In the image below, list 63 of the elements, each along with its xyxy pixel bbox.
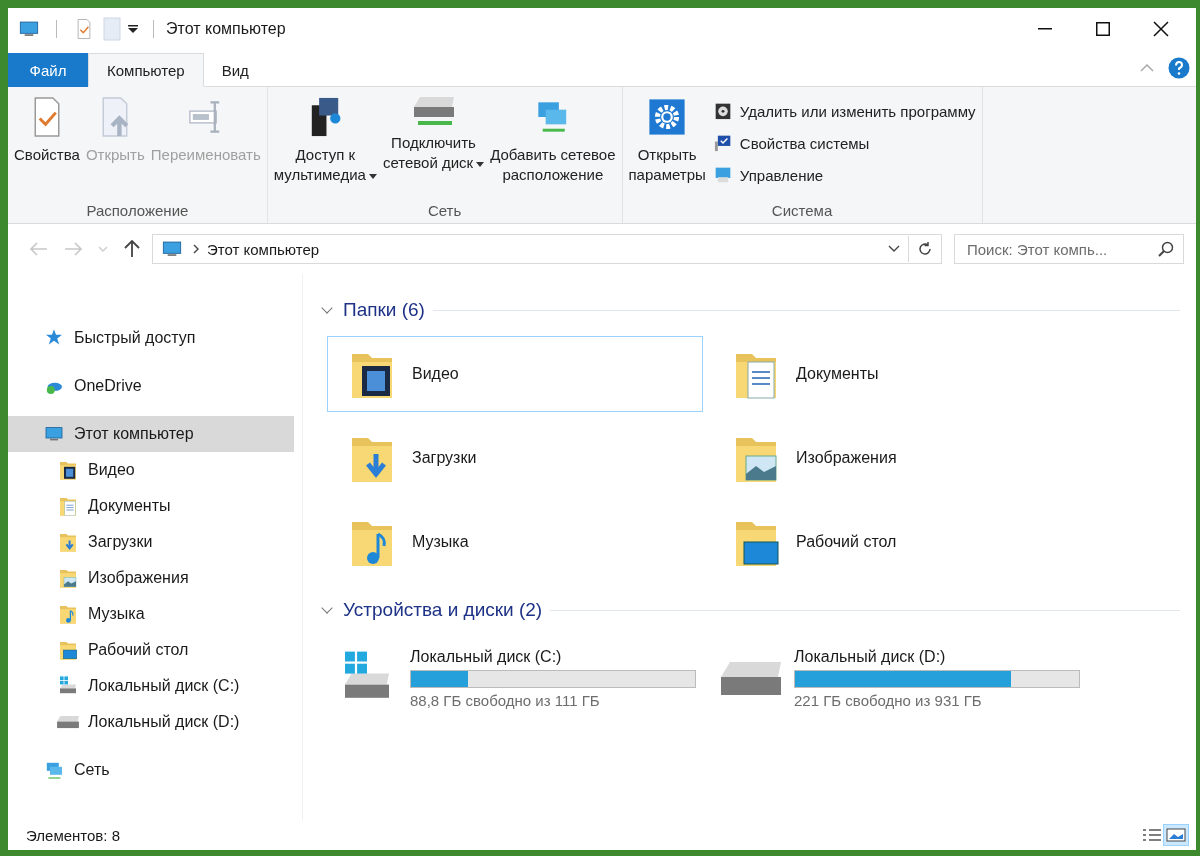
ribbon-small-button[interactable]: Управление: [709, 161, 978, 189]
group-header[interactable]: Устройства и диски (2): [343, 599, 543, 621]
arrow-left-icon: [30, 242, 48, 256]
drive-tile[interactable]: Локальный диск (D:) 221 ГБ свободно из 931 ГБ: [711, 636, 1087, 720]
ribbon-tab[interactable]: Компьютер: [88, 53, 204, 87]
arrow-right-icon: [64, 242, 82, 256]
nav-item[interactable]: OneDrive: [8, 368, 294, 404]
ribbon-button[interactable]: Подключить сетевой диск: [380, 91, 487, 196]
nav-item[interactable]: Локальный диск (D:): [8, 704, 294, 740]
dropdown-arrow-icon[interactable]: [127, 24, 139, 34]
nav-item[interactable]: Изображения: [8, 560, 294, 596]
nav-item[interactable]: Документы: [8, 488, 294, 524]
picture-icon: [1166, 827, 1186, 843]
ribbon-tab[interactable]: Вид: [203, 53, 267, 87]
folder-tile[interactable]: Рабочий стол: [711, 504, 1087, 580]
help-icon[interactable]: [1168, 57, 1190, 79]
ribbon-small-button[interactable]: Удалить или изменить программу: [709, 97, 978, 125]
ribbon-button[interactable]: Открыть параметры: [626, 91, 708, 196]
nav-item[interactable]: Загрузки: [8, 524, 294, 560]
ribbon-button[interactable]: Свойства: [12, 91, 82, 196]
nav-item[interactable]: Рабочий стол: [8, 632, 294, 668]
address-field[interactable]: Этот компьютер: [152, 234, 942, 264]
ribbon-button[interactable]: Добавить сетевое расположение: [488, 91, 618, 196]
file-menu-tab[interactable]: Файл: [8, 53, 88, 87]
refresh-icon: [917, 241, 933, 257]
nav-item[interactable]: Видео: [8, 452, 294, 488]
ribbon-group-label: Система: [770, 201, 834, 221]
ribbon-button[interactable]: Доступ к мультимедиа: [271, 91, 379, 196]
maximize-icon: [1096, 22, 1110, 36]
network-drive-icon: [411, 95, 456, 127]
drive-name: Локальный диск (C:): [410, 647, 563, 666]
item-count: Элементов: 8: [26, 826, 120, 844]
nav-item[interactable]: Музыка: [8, 596, 294, 632]
drive-name: Локальный диск (D:): [794, 647, 947, 666]
drive-tile[interactable]: Локальный диск (C:) 88,8 ГБ свободно из 111 ГБ: [327, 636, 703, 720]
group-header[interactable]: Папки (6): [343, 299, 425, 321]
folder-tile[interactable]: Изображения: [711, 420, 1087, 496]
nav-item[interactable]: Быстрый доступ: [8, 320, 294, 356]
tiles-view-button[interactable]: [1164, 825, 1188, 845]
ribbon-group-label: Расположение: [85, 201, 190, 221]
chevron-down-icon: [98, 246, 108, 252]
ribbon-group-label: Сеть: [426, 201, 463, 221]
nav-item[interactable]: Сеть: [8, 752, 294, 788]
chevron-down-icon[interactable]: [888, 245, 900, 253]
collapse-ribbon-icon[interactable]: [1140, 64, 1154, 72]
close-icon: [1153, 21, 1169, 37]
window-title: Этот компьютер: [166, 20, 286, 38]
folder-tile[interactable]: Загрузки: [327, 420, 703, 496]
free-space-text: 221 ГБ свободно из 931 ГБ: [794, 691, 983, 709]
search-field[interactable]: Поиск: Этот компь...: [954, 234, 1184, 264]
search-icon[interactable]: [1158, 241, 1174, 257]
hard-drive-icon: [56, 714, 80, 730]
details-list-icon: [1142, 827, 1162, 843]
folder-tile[interactable]: Музыка: [327, 504, 703, 580]
arrow-up-icon: [124, 240, 140, 258]
nav-item[interactable]: Локальный диск (C:): [8, 668, 294, 704]
chevron-right-icon: [193, 244, 199, 254]
folder-tile[interactable]: Документы: [711, 336, 1087, 412]
free-space-text: 88,8 ГБ свободно из 111 ГБ: [410, 691, 601, 709]
ribbon-small-button[interactable]: Свойства системы: [709, 129, 978, 157]
minimize-icon: [1038, 28, 1052, 30]
folder-tile[interactable]: Видео: [327, 336, 703, 412]
nav-item[interactable]: Этот компьютер: [8, 416, 294, 452]
